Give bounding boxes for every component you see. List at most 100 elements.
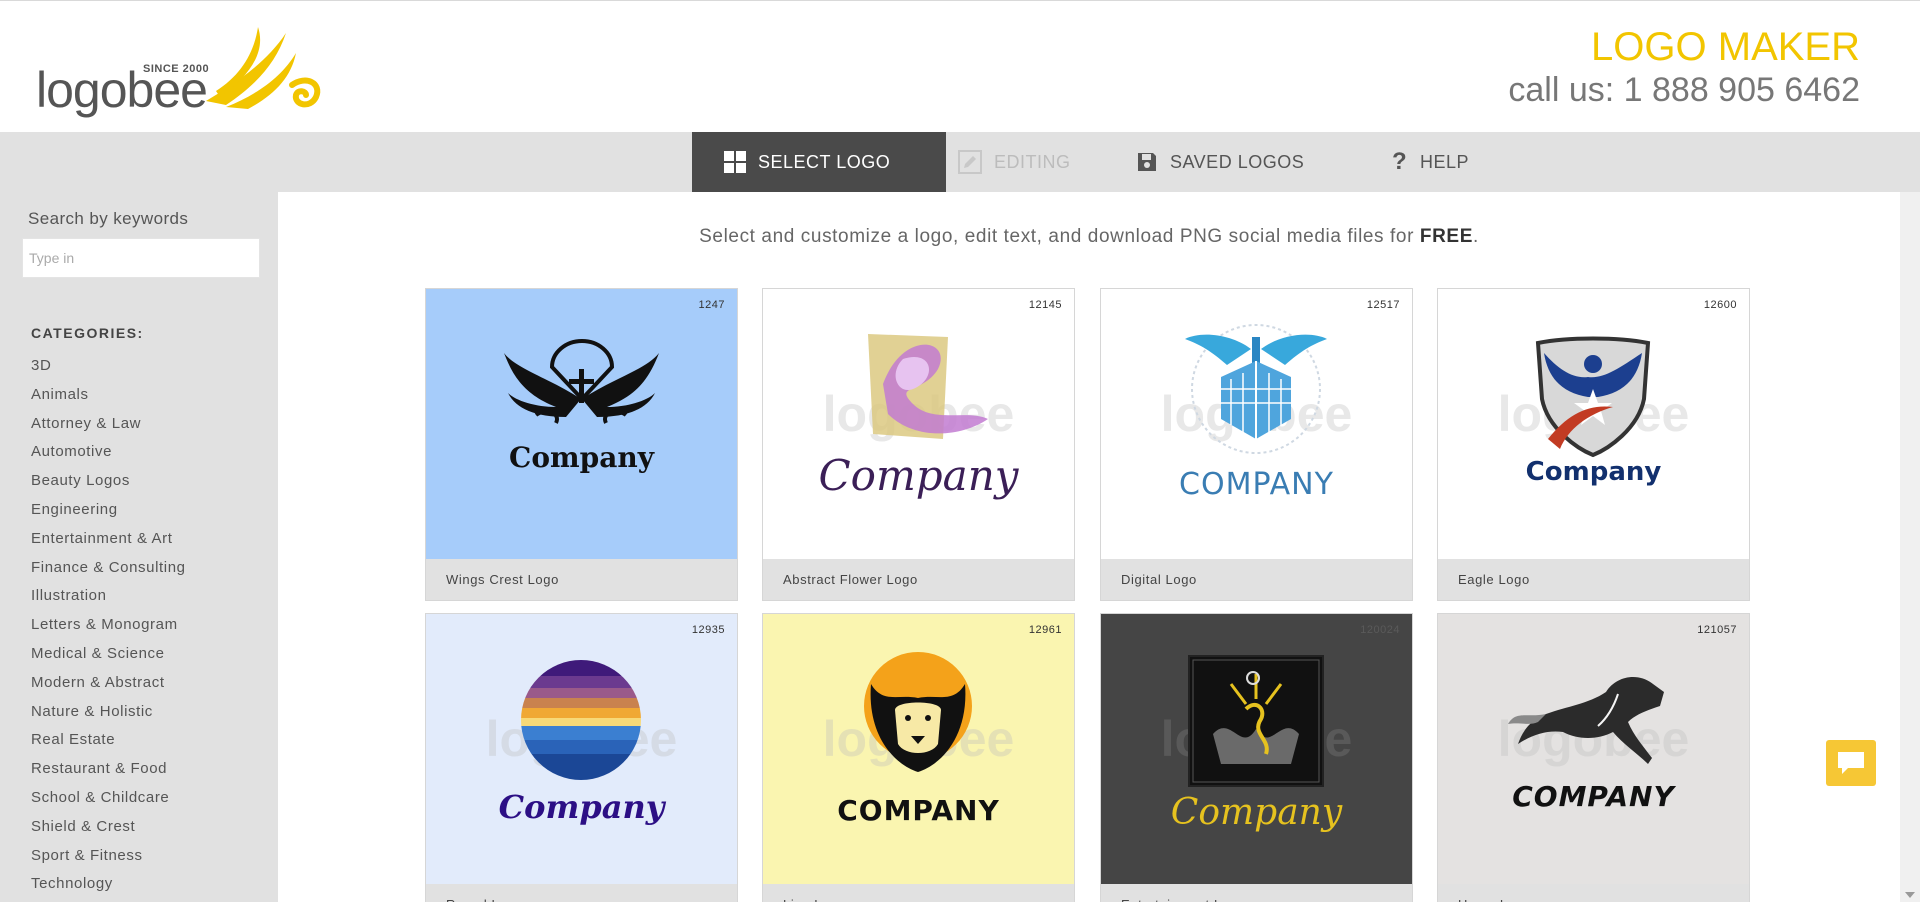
logo-preview: logobee COMPANY <box>1101 289 1412 559</box>
sunrise-circle-icon <box>521 660 641 780</box>
logo-gallery: Select and customize a logo, edit text, … <box>278 192 1900 902</box>
tab-select-logo[interactable]: SELECT LOGO <box>692 132 946 192</box>
logo-preview: logobee COMPANY <box>1438 614 1749 884</box>
eagle-shield-icon <box>1535 336 1651 458</box>
search-label: Search by keywords <box>28 209 189 228</box>
logo-id: 1247 <box>698 299 725 311</box>
category-item[interactable]: Modern & Abstract <box>31 673 186 702</box>
logo-title: Horse Logo <box>1438 884 1749 902</box>
category-list: 3D Animals Attorney & Law Automotive Bea… <box>31 356 186 902</box>
bee-wing-icon <box>206 27 321 109</box>
abstract-flower-icon <box>868 334 988 439</box>
logo-company-text: COMPANY <box>837 794 1000 827</box>
tab-help[interactable]: ? HELP <box>1392 132 1512 192</box>
category-item[interactable]: Beauty Logos <box>31 471 186 500</box>
main-nav: SELECT LOGO EDITING SAVED LOGOS ? HELP <box>0 132 1920 192</box>
logo-preview: logobee Company <box>426 614 737 884</box>
logo-title: Entertainment Logo <box>1101 884 1412 902</box>
logo-card[interactable]: logobee Company 12600 Eagle Logo <box>1437 288 1750 601</box>
category-item[interactable]: Automotive <box>31 442 186 471</box>
logo-company-text: COMPANY <box>1179 467 1334 502</box>
logo-id: 12961 <box>1028 624 1062 636</box>
chat-bubble-icon <box>1838 752 1864 774</box>
category-item[interactable]: Attorney & Law <box>31 414 186 443</box>
sidebar: Search by keywords CATEGORIES: 3D Animal… <box>0 192 278 902</box>
logo-company-text: Company <box>1170 792 1343 833</box>
logo-title: Eagle Logo <box>1438 559 1749 600</box>
logo-id: 120024 <box>1360 624 1400 636</box>
category-item[interactable]: Finance & Consulting <box>31 558 186 587</box>
logo-id: 12145 <box>1028 299 1062 311</box>
category-item[interactable]: Real Estate <box>31 730 186 759</box>
scroll-down-arrow-icon[interactable] <box>1905 892 1915 898</box>
logo-preview: logobee COMPANY <box>763 614 1074 884</box>
chat-button[interactable] <box>1826 740 1876 786</box>
tab-editing[interactable]: EDITING <box>958 132 1098 192</box>
logo-title: Wings Crest Logo <box>426 559 737 600</box>
intro-free: FREE <box>1419 226 1473 247</box>
logo-title: Round Logo <box>426 884 737 902</box>
logo-card[interactable]: logobee Company 12935 Round Logo <box>425 613 738 902</box>
category-item[interactable]: Engineering <box>31 500 186 529</box>
category-item[interactable]: Animals <box>31 385 186 414</box>
logo-company-text: COMPANY <box>1512 780 1675 813</box>
category-item[interactable]: Shield & Crest <box>31 817 186 846</box>
category-item[interactable]: Medical & Science <box>31 644 186 673</box>
logo-id: 12517 <box>1366 299 1400 311</box>
tab-saved-logos[interactable]: SAVED LOGOS <box>1136 132 1336 192</box>
logo-preview: logobee Company <box>763 289 1074 559</box>
scrollbar[interactable] <box>1900 192 1920 902</box>
category-item[interactable]: Illustration <box>31 586 186 615</box>
search-input[interactable] <box>22 238 260 278</box>
categories-heading: CATEGORIES: <box>31 325 144 341</box>
category-item[interactable]: Entertainment & Art <box>31 529 186 558</box>
logo-id: 12600 <box>1703 299 1737 311</box>
logo-maker-title: LOGO MAKER <box>1591 25 1860 69</box>
logo-id: 121057 <box>1697 624 1737 636</box>
tab-saved-logos-label: SAVED LOGOS <box>1170 151 1305 172</box>
winged-building-icon <box>1185 324 1327 454</box>
intro-text: Select and customize a logo, edit text, … <box>278 226 1900 248</box>
category-item[interactable]: Technology <box>31 874 186 902</box>
logo-company-text: Company <box>1525 457 1662 487</box>
logo-card[interactable]: logobee COMPANY 12961 Lion Logo <box>762 613 1075 902</box>
category-item[interactable]: School & Childcare <box>31 788 186 817</box>
header: logobee SINCE 2000 LOGO MAKER call us: 1… <box>0 0 1920 132</box>
entertainment-emblem-icon <box>1188 655 1324 787</box>
intro-period: . <box>1472 226 1479 247</box>
tab-editing-label: EDITING <box>994 151 1071 172</box>
tab-select-logo-label: SELECT LOGO <box>758 151 891 172</box>
grid-icon <box>724 151 746 173</box>
help-icon: ? <box>1392 148 1408 175</box>
logo-id: 12935 <box>691 624 725 636</box>
category-item[interactable]: Restaurant & Food <box>31 759 186 788</box>
logo-title: Abstract Flower Logo <box>763 559 1074 600</box>
logo-preview: logobee 120024 Company <box>1101 614 1412 884</box>
tab-help-label: HELP <box>1420 151 1470 172</box>
logobee-logo[interactable]: logobee SINCE 2000 <box>36 23 326 123</box>
logo-card[interactable]: logobee Company 12145 Abstract Flower Lo… <box>762 288 1075 601</box>
edit-icon <box>958 150 982 174</box>
brand-block: LOGO MAKER call us: 1 888 905 6462 <box>1508 25 1860 111</box>
horse-icon <box>1508 677 1664 764</box>
lion-head-icon <box>864 652 972 772</box>
category-item[interactable]: 3D <box>31 356 186 385</box>
logo-company-text: Company <box>498 788 665 826</box>
intro-text-body: Select and customize a logo, edit text, … <box>699 226 1420 247</box>
logo-card[interactable]: logobee COMPANY 12517 Digital Logo <box>1100 288 1413 601</box>
category-item[interactable]: Letters & Monogram <box>31 615 186 644</box>
logo-company-text: Company <box>818 451 1019 500</box>
logo-card[interactable]: logobee COMPANY 121057 Horse Logo <box>1437 613 1750 902</box>
logo-preview: logobee Company <box>1438 289 1749 559</box>
logo-preview: Company <box>426 289 737 559</box>
category-item[interactable]: Nature & Holistic <box>31 702 186 731</box>
phone-number[interactable]: call us: 1 888 905 6462 <box>1508 69 1860 111</box>
wings-crest-icon <box>504 339 659 424</box>
logo-title: Digital Logo <box>1101 559 1412 600</box>
category-item[interactable]: Sport & Fitness <box>31 846 186 875</box>
logo-card[interactable]: Company 1247 Wings Crest Logo <box>425 288 738 601</box>
logo-company-text: Company <box>509 441 654 474</box>
save-icon <box>1136 151 1158 173</box>
logo-card[interactable]: logobee 120024 Company Entertainment Log… <box>1100 613 1413 902</box>
logo-title: Lion Logo <box>763 884 1074 902</box>
